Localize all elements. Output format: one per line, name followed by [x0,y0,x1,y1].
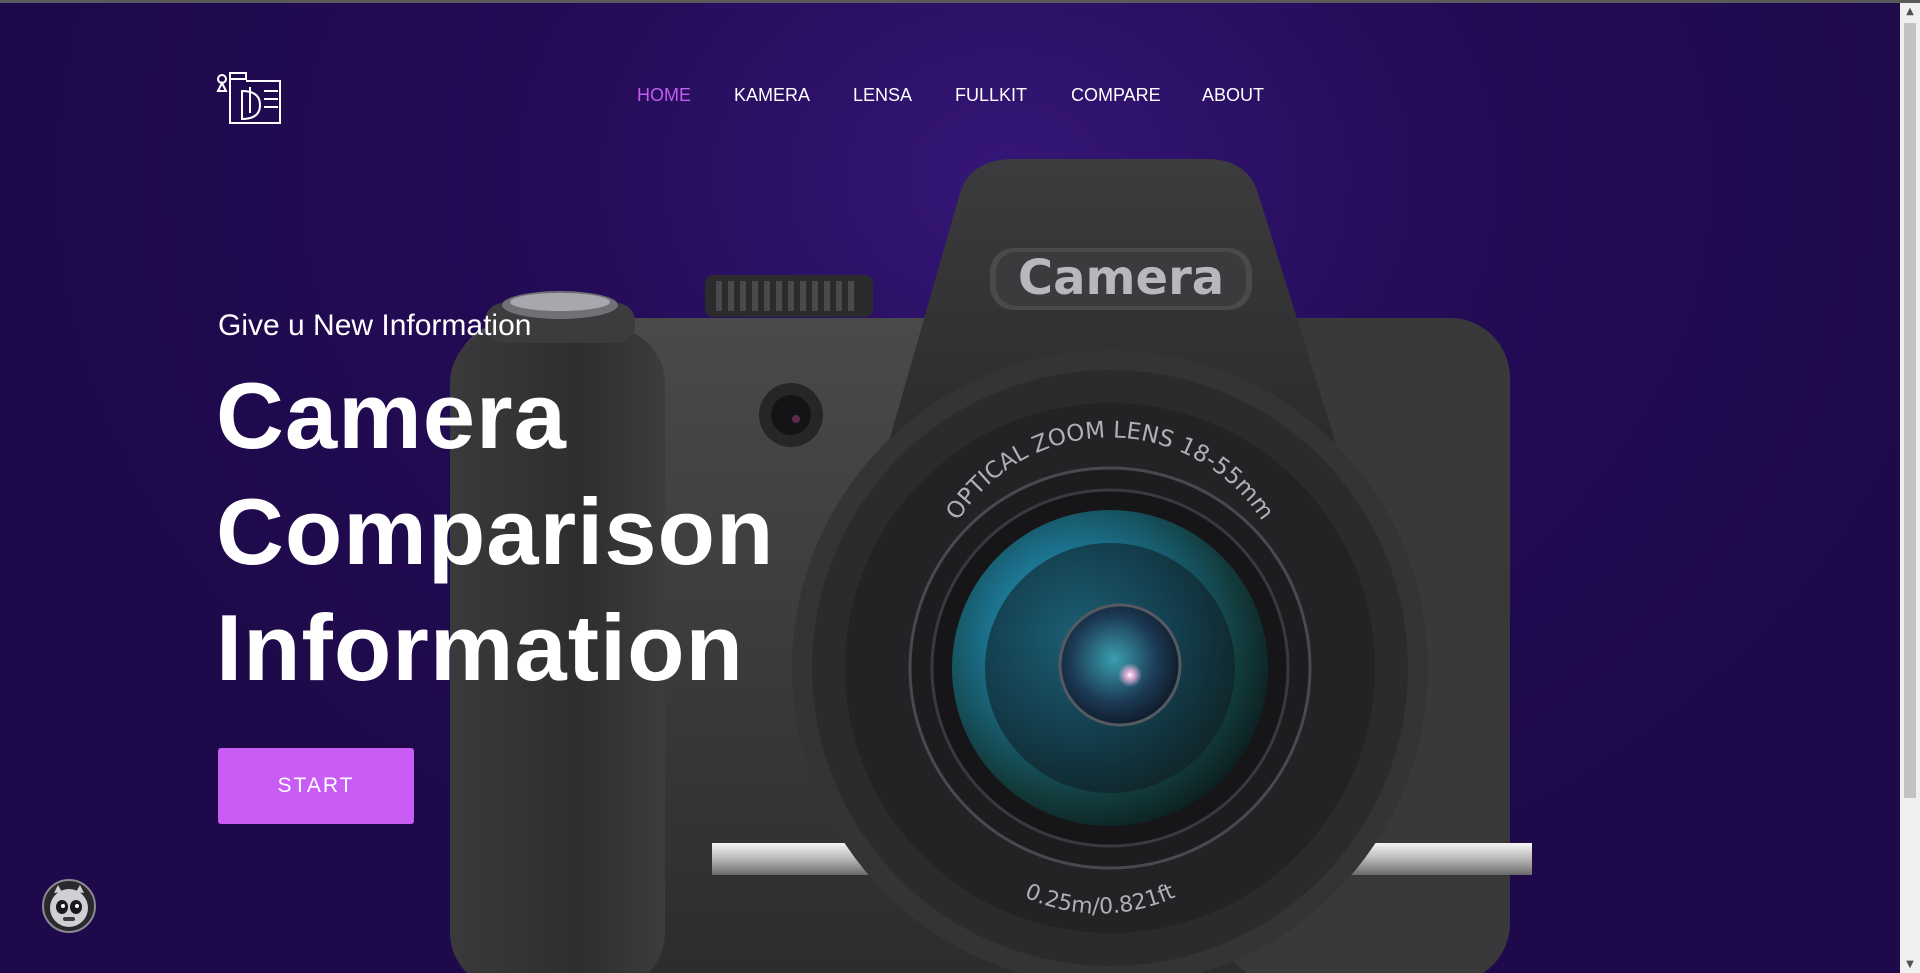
scroll-up-icon[interactable]: ▲ [1900,3,1920,20]
nav-fullkit[interactable]: FULLKIT [955,85,1027,106]
hero-subtitle: Give u New Information [218,309,532,342]
vertical-scrollbar[interactable]: ▲ ▼ [1900,3,1920,973]
scrollbar-thumb[interactable] [1904,23,1916,798]
page: Camera OPTICAL ZOOM LENS 18-55mm 0.25m/0… [0,3,1900,973]
nav-compare[interactable]: COMPARE [1071,85,1161,106]
nav-lensa[interactable]: LENSA [853,85,912,106]
robot-avatar-icon[interactable] [42,879,96,933]
headline-line-1: Camera [216,363,567,468]
hero-headline: Camera Comparison Information [216,358,774,706]
headline-line-3: Information [216,595,744,700]
main-nav: HOME KAMERA LENSA FULLKIT COMPARE ABOUT [0,85,1900,109]
nav-about[interactable]: ABOUT [1202,85,1264,106]
scroll-down-icon[interactable]: ▼ [1900,956,1920,973]
headline-line-2: Comparison [216,479,775,584]
nav-home[interactable]: HOME [637,85,691,106]
start-button[interactable]: START [218,748,414,824]
nav-kamera[interactable]: KAMERA [734,85,810,106]
camera-badge-text: Camera [1018,250,1224,306]
